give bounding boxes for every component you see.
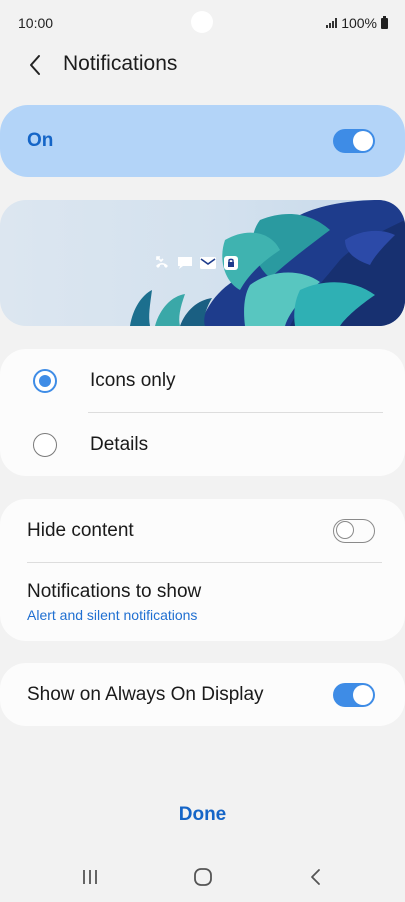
app-header: Notifications [0, 46, 405, 86]
aod-label: Show on Always On Display [27, 684, 264, 705]
toggle-knob [353, 131, 373, 151]
notification-style-card: Icons only Details [0, 349, 405, 476]
battery-level: 100% [341, 15, 377, 31]
notifications-to-show-label: Notifications to show [27, 581, 202, 602]
done-button[interactable]: Done [0, 804, 405, 826]
lock-icon [222, 254, 240, 272]
hide-content-row[interactable]: Hide content [0, 499, 405, 562]
front-camera [191, 11, 213, 33]
master-toggle[interactable] [333, 129, 375, 153]
battery-icon [381, 15, 388, 29]
aod-row[interactable]: Show on Always On Display [0, 663, 405, 726]
message-icon [176, 254, 194, 272]
preview-notification-icons [153, 254, 240, 272]
navigation-bar [0, 852, 405, 902]
notifications-to-show-row[interactable]: Notifications to show Alert and silent n… [0, 563, 405, 641]
email-icon [199, 254, 217, 272]
aod-toggle[interactable] [333, 683, 375, 707]
lockscreen-preview [0, 200, 405, 326]
toggle-knob [336, 521, 354, 540]
status-time: 10:00 [18, 15, 54, 31]
radio-icons-only[interactable] [33, 369, 57, 393]
master-switch-row[interactable]: On [0, 105, 405, 177]
back-icon [311, 869, 320, 885]
back-button[interactable] [22, 51, 48, 79]
option-icons-only[interactable]: Icons only [0, 349, 405, 413]
content-settings-card: Hide content Notifications to show Alert… [0, 499, 405, 641]
signal-icon [326, 18, 338, 28]
nav-back-button[interactable] [296, 862, 336, 892]
option-details[interactable]: Details [0, 413, 405, 477]
recent-apps-button[interactable] [70, 862, 110, 892]
status-indicators: 100% [326, 15, 388, 31]
option-label: Details [90, 434, 149, 455]
recent-apps-icon [83, 870, 97, 884]
notifications-to-show-value: Alert and silent notifications [27, 607, 198, 623]
hide-content-label: Hide content [27, 520, 134, 541]
option-label: Icons only [90, 370, 176, 391]
missed-call-icon [153, 254, 171, 272]
toggle-knob [353, 685, 373, 705]
status-bar: 10:00 100% [0, 0, 405, 46]
home-button[interactable] [183, 862, 223, 892]
page-title: Notifications [63, 52, 178, 75]
chevron-left-icon [30, 55, 40, 75]
hide-content-toggle[interactable] [333, 519, 375, 543]
home-icon [194, 868, 212, 886]
radio-details[interactable] [33, 433, 57, 457]
master-switch-label: On [27, 130, 54, 151]
aod-card: Show on Always On Display [0, 663, 405, 726]
